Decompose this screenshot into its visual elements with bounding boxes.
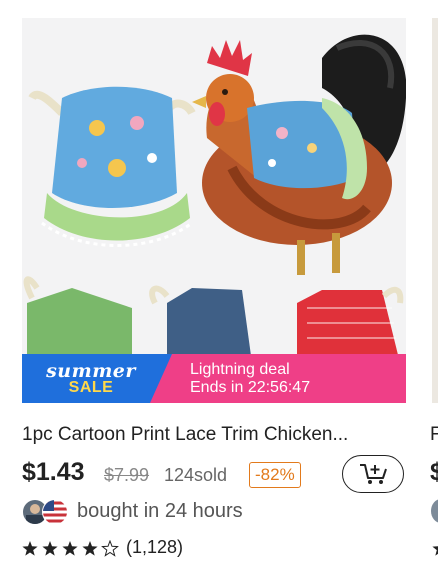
star-icon [42,541,58,556]
next-product-avatar [431,499,438,523]
product-title[interactable]: 1pc Cartoon Print Lace Trim Chicken... [22,424,414,446]
discount-badge: -82% [249,462,301,488]
half-star-icon [101,540,119,557]
buyer-avatars [22,499,70,525]
product-card[interactable]: summer SALE Lightning deal Ends in 22:56… [0,0,438,577]
next-product-title[interactable]: F [430,424,438,446]
next-product-image-edge[interactable] [432,18,438,403]
product-photo [23,34,406,363]
star-icon [22,541,38,556]
sale-label: SALE [68,379,114,396]
add-to-cart-button[interactable] [342,455,404,493]
next-product-star-icon [432,546,438,556]
current-price: $1.43 [22,458,85,486]
next-product-price: $ [430,458,438,486]
avatar [42,499,68,525]
rating-stars [22,540,119,557]
deal-title: Lightning deal [190,361,290,378]
deal-countdown: Ends in 22:56:47 [190,379,311,396]
star-icon [82,541,98,556]
social-proof-text: bought in 24 hours [77,500,243,522]
original-price: $7.99 [104,465,150,485]
add-to-cart-icon [360,464,387,484]
review-count: (1,128) [126,537,184,557]
sold-count: 124sold [164,465,228,485]
product-image[interactable] [22,18,406,403]
promo-banner: summer SALE Lightning deal Ends in 22:56… [22,354,406,403]
star-icon [62,541,78,556]
